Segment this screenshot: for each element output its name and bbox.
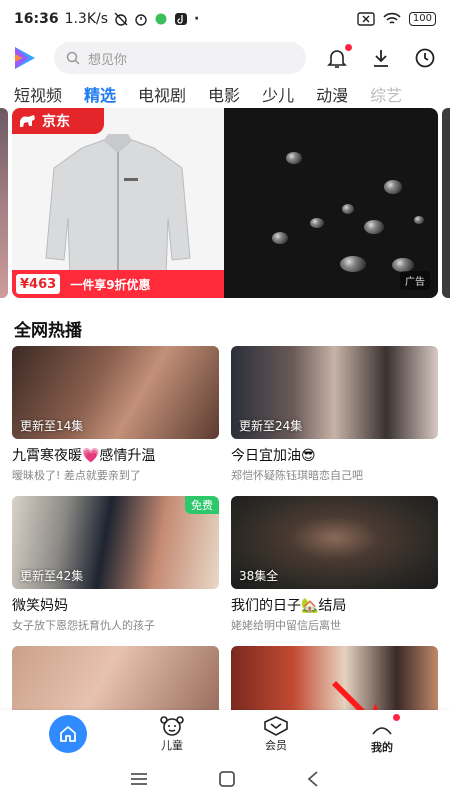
history-button[interactable] (414, 47, 436, 69)
home-square-icon[interactable] (218, 770, 236, 788)
water-drop (414, 216, 424, 224)
jd-brand-label: 京东 (42, 114, 70, 130)
battery-indicator: 100 (408, 12, 436, 26)
category-tabs: 短视频 精选 电视剧 电影 少儿 动漫 综艺 (0, 80, 450, 108)
download-button[interactable] (370, 47, 392, 69)
nav-kids-label: 儿童 (161, 739, 183, 752)
ad-fabric-panel: 广告 (224, 108, 438, 298)
video-card[interactable]: 免费 更新至42集 微笑妈妈 女子放下恩怨抚育仇人的孩子 (12, 496, 219, 633)
kids-face-icon (160, 716, 184, 736)
search-bar[interactable]: 想见你 (54, 42, 306, 74)
video-title: 我们的日子🏡结局 (231, 598, 347, 614)
video-title: 九霄寒夜暖💗感情升温 (12, 448, 156, 464)
network-speed: 1.3K/s (64, 11, 109, 27)
status-time: 16:36 (14, 11, 59, 27)
app-header: 想见你 (0, 38, 450, 78)
video-thumbnail[interactable]: 免费 更新至42集 (12, 496, 219, 589)
nav-vip-label: 会员 (265, 739, 287, 752)
video-subtitle: 女子放下恩怨抚育仇人的孩子 (12, 619, 155, 632)
ad-label: 广告 (400, 271, 430, 290)
video-thumbnail[interactable]: 38集全 (231, 496, 438, 589)
video-thumbnail[interactable]: 更新至24集 (231, 346, 438, 439)
water-drop (392, 258, 414, 272)
profile-notification-dot (393, 713, 400, 721)
download-icon (374, 50, 388, 67)
alarm-icon (135, 14, 147, 26)
video-subtitle: 姥姥给明中留信后离世 (231, 619, 341, 632)
video-title: 今日宜加油😎 (231, 448, 316, 464)
status-bar: 16:36 1.3K/s · 100 (0, 0, 450, 38)
video-card[interactable]: 更新至24集 今日宜加油😎 郑恺怀疑陈钰琪暗恋自己吧 (231, 346, 438, 483)
tiktok-icon (175, 13, 188, 25)
water-drop (364, 220, 384, 234)
video-thumbnail[interactable] (12, 646, 219, 710)
tab-movies[interactable]: 电影 (208, 82, 240, 106)
ad-product-panel: 京东 ¥463 一件享9折优惠 (12, 108, 224, 298)
water-drop (310, 218, 324, 228)
water-drop (384, 180, 402, 194)
system-navigation-bar (0, 758, 450, 800)
free-badge: 免费 (185, 496, 219, 514)
notification-dot (345, 44, 352, 51)
tab-kids[interactable]: 少儿 (262, 82, 294, 106)
app-notification-icon (155, 13, 167, 25)
tab-short-video[interactable]: 短视频 (14, 82, 62, 106)
promo-text: 一件享9折优惠 (70, 277, 151, 292)
home-icon (60, 726, 76, 742)
episode-badge: 更新至42集 (20, 569, 84, 583)
video-subtitle: 郑恺怀疑陈钰琪暗恋自己吧 (231, 469, 363, 482)
price-strip: ¥463 一件享9折优惠 (12, 270, 224, 298)
water-drop (342, 204, 354, 214)
nav-vip[interactable]: 会员 (246, 710, 306, 758)
video-card[interactable]: 38集全 我们的日子🏡结局 姥姥给明中留信后离世 (231, 496, 438, 633)
tab-featured[interactable]: 精选 (84, 82, 116, 106)
notification-button[interactable] (326, 44, 352, 69)
menu-icon[interactable] (130, 772, 148, 786)
banner-prev-peek[interactable] (0, 108, 8, 298)
vip-diamond-icon (264, 716, 288, 736)
nav-home[interactable] (38, 710, 98, 758)
video-card[interactable]: 更新至14集 九霄寒夜暖💗感情升温 暧昧极了! 差点就要亲到了 (12, 346, 219, 483)
nav-profile[interactable]: 我的 (352, 710, 412, 758)
episode-badge: 更新至24集 (239, 419, 303, 433)
tab-variety[interactable]: 综艺 (370, 82, 402, 106)
water-drop (286, 152, 302, 164)
video-subtitle: 暧昧极了! 差点就要亲到了 (12, 469, 141, 482)
bottom-navigation: 儿童 会员 我的 (0, 710, 450, 758)
more-notifications-icon: · (194, 11, 200, 27)
home-button[interactable] (49, 715, 87, 753)
video-card[interactable] (12, 646, 219, 710)
app-logo-icon[interactable] (10, 44, 38, 72)
banner-carousel: 京东 ¥463 一件享9折优惠 广告 (0, 108, 450, 300)
nav-profile-label: 我的 (371, 740, 393, 754)
bell-icon (327, 50, 347, 68)
water-drop (340, 256, 366, 272)
video-thumbnail[interactable]: 更新至14集 (12, 346, 219, 439)
nav-kids[interactable]: 儿童 (142, 710, 202, 758)
water-drop (272, 232, 288, 244)
profile-icon (372, 726, 392, 734)
tab-tv-series[interactable]: 电视剧 (138, 82, 186, 106)
search-icon (66, 51, 80, 65)
episode-badge: 38集全 (239, 569, 279, 583)
jd-dog-icon (20, 115, 35, 127)
banner-ad-card[interactable]: 京东 ¥463 一件享9折优惠 广告 (12, 108, 438, 298)
back-icon[interactable] (306, 770, 320, 788)
wifi-icon (383, 12, 401, 24)
price-label: ¥463 (16, 274, 61, 294)
alarm-off-icon (114, 12, 128, 26)
sim-off-icon (357, 12, 375, 26)
jd-brand-tag: 京东 (12, 108, 104, 134)
tab-anime[interactable]: 动漫 (316, 82, 348, 106)
video-title: 微笑妈妈 (12, 598, 68, 614)
section-title: 全网热播 (14, 321, 82, 341)
banner-next-peek[interactable] (442, 108, 450, 298)
search-placeholder: 想见你 (88, 52, 128, 68)
clock-icon (415, 48, 435, 68)
episode-badge: 更新至14集 (20, 419, 84, 433)
